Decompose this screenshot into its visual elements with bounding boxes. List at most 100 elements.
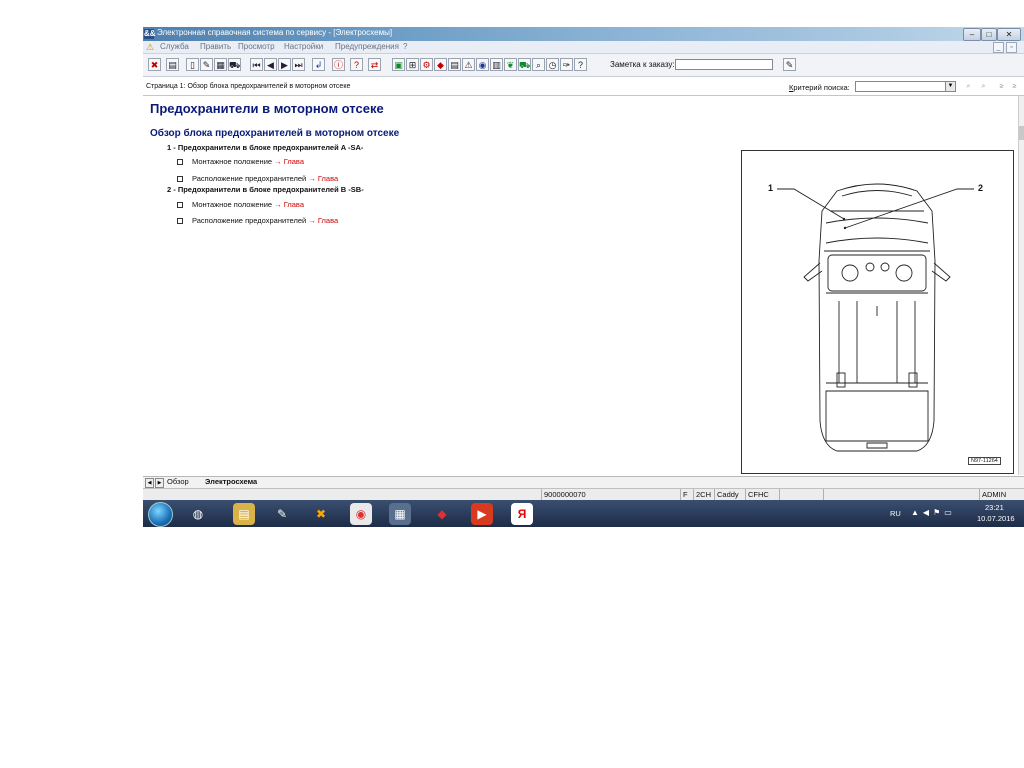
document-title: Предохранители в моторном отсеке <box>150 101 384 116</box>
menu-service[interactable]: Служба <box>160 42 189 51</box>
mdi-minimize-icon[interactable]: _ <box>993 42 1004 53</box>
tab-scroll-right-icon[interactable]: ▶ <box>155 478 164 488</box>
swap-icon[interactable]: ⇄ <box>368 58 381 71</box>
tab-scroll-left-icon[interactable]: ◀ <box>145 478 154 488</box>
menu-bar: ⚠ Служба Править Просмотр Настройки Пред… <box>143 41 1024 54</box>
minimize-button[interactable]: – <box>963 28 981 41</box>
tools-icon[interactable]: ⚙ <box>420 58 433 71</box>
sub-item-text: Монтажное положение <box>192 157 273 166</box>
chapter-link[interactable]: → Глава <box>274 200 304 209</box>
page-bar: Страница 1: Обзор блока предохранителей … <box>143 78 1024 96</box>
search-icon[interactable]: ⌕ <box>963 81 974 92</box>
document-view-icon[interactable]: ▦ <box>214 58 227 71</box>
grid-icon[interactable]: ⊞ <box>406 58 419 71</box>
chrome-icon[interactable]: ◉ <box>350 503 372 525</box>
tab-schema[interactable]: Электросхема <box>205 477 257 486</box>
chapter-link[interactable]: → Глава <box>308 174 338 183</box>
start-button[interactable] <box>148 502 173 527</box>
wrench-icon[interactable]: ✑ <box>560 58 573 71</box>
list-item: Расположение предохранителей → Глава <box>177 174 338 183</box>
info-icon[interactable]: ⓘ <box>332 58 345 71</box>
figure-code: N97-11264 <box>968 457 1001 465</box>
document-content: Предохранители в моторном отсеке Обзор б… <box>143 96 1018 475</box>
scrollbar-thumb[interactable] <box>1019 126 1024 140</box>
car-green-icon[interactable]: ⛟ <box>518 58 531 71</box>
running-app-icon[interactable]: ▦ <box>389 503 411 525</box>
mdi-restore-icon[interactable]: ▫ <box>1006 42 1017 53</box>
close-button[interactable]: ✕ <box>997 28 1021 41</box>
alert-icon[interactable]: ⚠ <box>462 58 475 71</box>
yandex-icon[interactable]: Я <box>511 503 533 525</box>
callout-1: 1 <box>768 183 774 193</box>
clock-date[interactable]: 10.07.2016 <box>977 514 1015 523</box>
question-book-icon[interactable]: ? <box>574 58 587 71</box>
sub-item-text: Расположение предохранителей <box>192 216 307 225</box>
vehicle-drawing <box>777 183 974 452</box>
help-question-icon[interactable]: ? <box>350 58 363 71</box>
vehicle-diagram: 1 2 N97-11264 <box>741 150 1014 474</box>
bullet-icon <box>177 159 183 166</box>
menu-settings[interactable]: Настройки <box>284 42 323 51</box>
menu-edit[interactable]: Править <box>200 42 231 51</box>
order-note-input[interactable] <box>675 59 773 70</box>
bullet-icon <box>177 176 183 183</box>
search-doc-icon[interactable]: ⌕ <box>532 58 545 71</box>
back-arrow-icon[interactable]: ↲ <box>312 58 325 71</box>
warning-icon: ⚠ <box>146 42 155 52</box>
taskbar: ◍ ▤ ✎ ✖ ◉ ▦ ◆ ▶ Я RU ▲◀⚑▭ 23:21 10.07.20… <box>143 500 1024 527</box>
app-icon-red[interactable]: ◆ <box>431 503 453 525</box>
note-edit-icon[interactable]: ✎ <box>783 58 796 71</box>
status-empty <box>779 489 822 500</box>
media-icon[interactable]: ◍ <box>187 503 209 525</box>
car-icon[interactable]: ⛟ <box>228 58 241 71</box>
clock-icon[interactable]: ◷ <box>546 58 559 71</box>
maximize-button[interactable]: □ <box>981 28 997 41</box>
search-all-icon[interactable]: ⌕ <box>978 81 989 92</box>
diamond-icon[interactable]: ◆ <box>434 58 447 71</box>
status-model: Caddy <box>714 489 745 500</box>
last-page-icon[interactable]: ⏭ <box>292 58 305 71</box>
bullet-icon <box>177 202 183 209</box>
page-label: Страница 1: Обзор блока предохранителей … <box>146 83 351 90</box>
clock-time[interactable]: 23:21 <box>985 503 1004 512</box>
first-page-icon[interactable]: ⏮ <box>250 58 263 71</box>
book-icon[interactable]: ▣ <box>392 58 405 71</box>
search-next-icon[interactable]: ≥ <box>1009 81 1020 92</box>
chapter-link[interactable]: → Глава <box>308 216 338 225</box>
fuse-box-b-item: 2 - Предохранители в блоке предохранител… <box>167 185 364 194</box>
downloader-icon[interactable]: ▶ <box>471 503 493 525</box>
tray-icons[interactable]: ▲◀⚑▭ <box>911 508 956 517</box>
exit-icon[interactable]: ✖ <box>148 58 161 71</box>
print-icon[interactable]: ▤ <box>166 58 179 71</box>
list-item: Расположение предохранителей → Глава <box>177 216 338 225</box>
status-empty <box>823 489 981 500</box>
menu-warnings[interactable]: Предупреждения <box>335 42 399 51</box>
menu-view[interactable]: Просмотр <box>238 42 275 51</box>
search-criteria-input[interactable] <box>855 81 955 92</box>
document-list-icon[interactable]: ▥ <box>490 58 503 71</box>
next-page-icon[interactable]: ▶ <box>278 58 291 71</box>
tools-app-icon[interactable]: ✖ <box>310 503 332 525</box>
search-label-rest: ритерий поиска: <box>793 83 850 92</box>
language-indicator[interactable]: RU <box>890 509 901 518</box>
search-prev-icon[interactable]: ≥ <box>996 81 1007 92</box>
prev-page-icon[interactable]: ◀ <box>264 58 277 71</box>
vertical-scrollbar[interactable] <box>1018 96 1024 475</box>
chapter-link[interactable]: → Глава <box>274 157 304 166</box>
leaf-icon[interactable]: ❦ <box>504 58 517 71</box>
edit-document-icon[interactable]: ✎ <box>200 58 213 71</box>
globe-icon[interactable]: ◉ <box>476 58 489 71</box>
new-document-icon[interactable]: ▯ <box>186 58 199 71</box>
menu-help[interactable]: ? <box>403 42 407 51</box>
document-subtitle: Обзор блока предохранителей в моторном о… <box>150 128 400 139</box>
folder-icon[interactable]: ▤ <box>233 503 255 525</box>
paint-icon[interactable]: ✎ <box>271 503 293 525</box>
tab-overview[interactable]: Обзор <box>167 477 189 486</box>
list-item: Монтажное положение → Глава <box>177 157 304 166</box>
chevron-down-icon[interactable]: ▼ <box>945 81 956 92</box>
status-f: F <box>680 489 693 500</box>
callout-2: 2 <box>978 183 984 193</box>
bullet-icon <box>177 218 183 225</box>
sub-item-text: Монтажное положение <box>192 200 273 209</box>
list-icon[interactable]: ▤ <box>448 58 461 71</box>
